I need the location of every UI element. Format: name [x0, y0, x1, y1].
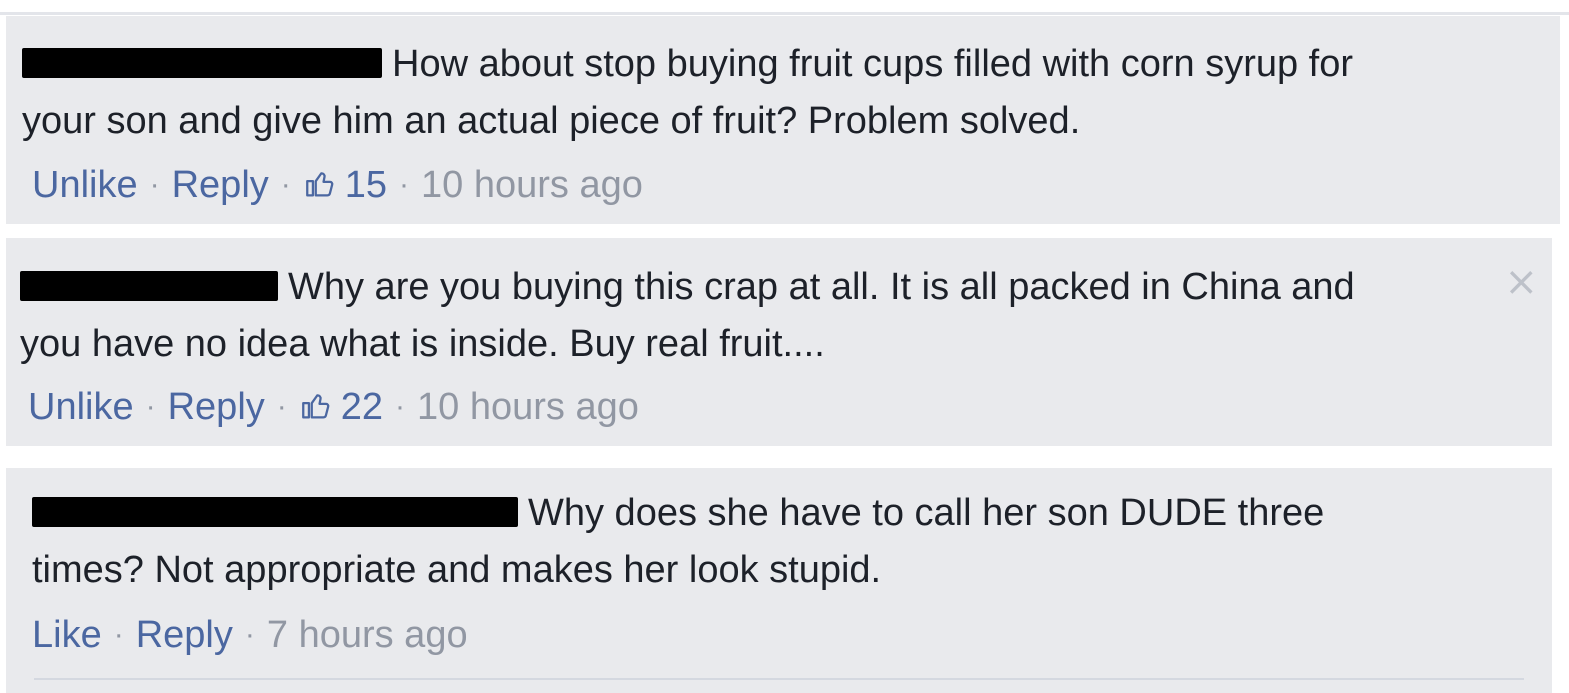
thumbs-up-icon: [301, 394, 330, 419]
redacted-author-name: [20, 270, 278, 301]
separator: ·: [280, 168, 291, 201]
like-link[interactable]: Like: [32, 614, 102, 656]
comment-text-line-2: your son and give him an actual piece of…: [22, 100, 1081, 142]
separator: ·: [399, 168, 410, 201]
unlike-link[interactable]: Unlike: [28, 386, 134, 428]
comment-body: How about stop buying fruit cups filled …: [22, 36, 1353, 150]
redacted-author-name: [22, 47, 382, 78]
comment-body: Why does she have to call her son DUDE t…: [32, 485, 1324, 599]
redacted-author-name: [32, 496, 518, 527]
separator: ·: [145, 390, 156, 423]
timestamp-link[interactable]: 10 hours ago: [421, 164, 643, 206]
likes-count: 15: [344, 164, 388, 206]
reply-link[interactable]: Reply: [168, 386, 265, 428]
comment-item: Why are you buying this crap at all. It …: [6, 238, 1552, 446]
separator: ·: [395, 390, 406, 423]
comment-item: Why does she have to call her son DUDE t…: [6, 468, 1552, 693]
bottom-divider: [34, 678, 1524, 680]
likes-count-link[interactable]: 22: [299, 386, 383, 428]
comment-text-line-1: Why does she have to call her son DUDE t…: [528, 492, 1325, 534]
reply-link[interactable]: Reply: [172, 164, 269, 206]
separator: ·: [244, 618, 255, 651]
top-divider: [0, 12, 1569, 15]
thumbs-up-icon: [305, 172, 334, 197]
timestamp-link[interactable]: 10 hours ago: [417, 386, 639, 428]
comment-text-line-2: you have no idea what is inside. Buy rea…: [20, 323, 825, 365]
comment-body: Why are you buying this crap at all. It …: [20, 259, 1355, 373]
comment-item: How about stop buying fruit cups filled …: [6, 16, 1560, 224]
comment-text-line-1: Why are you buying this crap at all. It …: [288, 266, 1355, 308]
separator: ·: [113, 618, 124, 651]
timestamp-link[interactable]: 7 hours ago: [267, 614, 468, 656]
reply-link[interactable]: Reply: [136, 614, 233, 656]
likes-count: 22: [340, 386, 384, 428]
comment-actions: Unlike · Reply · 22 · 10 hours ago: [28, 383, 639, 431]
comment-actions: Unlike · Reply · 15 · 10 hours ago: [32, 161, 643, 209]
comment-text-line-2: times? Not appropriate and makes her loo…: [32, 549, 882, 591]
close-icon[interactable]: ×: [1504, 262, 1538, 302]
separator: ·: [149, 168, 160, 201]
separator: ·: [276, 390, 287, 423]
likes-count-link[interactable]: 15: [303, 164, 387, 206]
comment-text-line-1: How about stop buying fruit cups filled …: [392, 43, 1354, 85]
comment-actions: Like · Reply · 7 hours ago: [32, 611, 468, 659]
unlike-link[interactable]: Unlike: [32, 164, 138, 206]
